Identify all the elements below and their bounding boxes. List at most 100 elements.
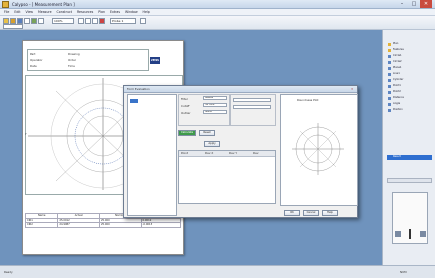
zeiss-logo: ZEISS — [150, 57, 160, 64]
tree-item[interactable]: Features — [393, 48, 404, 51]
plot-panel: Roundness Plot — [280, 94, 358, 206]
menu-edit[interactable]: Edit — [14, 9, 20, 16]
tree-item[interactable]: Distance — [393, 96, 404, 99]
probe-select[interactable]: Probe 1 — [110, 18, 136, 24]
header-label: Drawing — [68, 52, 80, 56]
window-title-bar: Calypso - [ Measurement Plan ] – □ ✕ — [0, 0, 435, 9]
menu-bar: File Edit View Measure Construct Resourc… — [0, 9, 435, 16]
close-button[interactable]: ✕ — [420, 0, 432, 8]
report-header: Part Operator Date Drawing Order Time — [27, 49, 149, 71]
tree-item-selected[interactable]: Result — [393, 155, 401, 158]
filter-field[interactable]: Gauss — [203, 96, 227, 100]
run-icon[interactable] — [31, 18, 37, 24]
cutoff-field[interactable]: 50 UPR — [203, 103, 227, 107]
status-bar: Ready NUM — [0, 265, 435, 278]
pane-tab-strip[interactable] — [387, 178, 432, 183]
feature-list[interactable] — [127, 94, 177, 216]
cancel-button[interactable]: Cancel — [303, 210, 319, 216]
menu-file[interactable]: File — [4, 9, 9, 16]
tree-item[interactable]: Plan — [393, 42, 398, 45]
table-cell: 24.9987 — [57, 222, 100, 228]
folder-icon — [388, 43, 391, 46]
table-cell: 25.000 — [98, 222, 142, 228]
option-field[interactable] — [233, 105, 271, 109]
dialog-title-bar: Form Evaluation ✕ — [124, 86, 357, 93]
circle-icon — [388, 61, 391, 64]
tree-item[interactable]: Angle — [393, 102, 400, 105]
probe-icon — [409, 229, 411, 239]
apply-button[interactable]: Apply — [204, 141, 220, 147]
filter-icon[interactable] — [140, 18, 146, 24]
table-cell: CIR2 — [24, 222, 59, 228]
menu-help[interactable]: Help — [143, 9, 150, 16]
tree-item[interactable]: Circle2 — [393, 60, 402, 63]
cylinder-icon — [388, 79, 391, 82]
column-header: Dev Y — [229, 151, 238, 155]
next-icon[interactable] — [420, 231, 426, 237]
point-icon — [388, 91, 391, 94]
tree-item[interactable]: Point2 — [393, 90, 401, 93]
angle-icon — [388, 103, 391, 106]
evaluation-dialog: Form Evaluation ✕ Filter Gauss Cutoff 50… — [123, 85, 358, 218]
header-label: Part — [30, 52, 36, 56]
settings-group: Filter Gauss Cutoff 50 UPR Outlier None — [178, 94, 230, 126]
plot-title: Roundness Plot — [297, 98, 319, 102]
copy-icon[interactable] — [85, 18, 91, 24]
options-group — [230, 94, 276, 126]
menu-construct[interactable]: Construct — [57, 9, 72, 16]
table-cell: -0.0013 — [140, 222, 182, 228]
points-table[interactable]: Point Dev X Dev Y Dev — [178, 150, 276, 204]
dialog-title: Form Evaluation — [127, 87, 150, 91]
folder-icon — [388, 49, 391, 52]
prev-icon[interactable] — [395, 231, 401, 237]
num-indicator: NUM — [400, 270, 407, 274]
menu-plan[interactable]: Plan — [98, 9, 105, 16]
tree-item[interactable]: Point1 — [393, 84, 401, 87]
print-icon[interactable] — [24, 18, 30, 24]
toolbar: 100% Probe 1 — [0, 16, 435, 30]
minimize-button[interactable]: – — [396, 0, 408, 8]
header-label: Time — [68, 64, 75, 68]
field-label: Filter — [181, 97, 188, 101]
ok-button[interactable]: OK — [284, 210, 300, 216]
menu-window[interactable]: Window — [125, 9, 138, 16]
axis-label: Y — [25, 132, 27, 136]
stop-icon[interactable] — [99, 18, 105, 24]
cut-icon[interactable] — [78, 18, 84, 24]
undo-icon[interactable] — [38, 18, 44, 24]
tree-item[interactable]: Circle1 — [393, 54, 402, 57]
table-header: Point Dev X Dev Y Dev — [179, 151, 275, 157]
menu-view[interactable]: View — [25, 9, 33, 16]
tree-item[interactable]: Cylinder — [393, 78, 403, 81]
selected-feature-icon[interactable] — [130, 99, 138, 103]
header-label: Date — [30, 64, 37, 68]
tree-item[interactable]: Plane1 — [393, 66, 401, 69]
menu-measure[interactable]: Measure — [38, 9, 52, 16]
dialog-close-icon[interactable]: ✕ — [351, 87, 353, 91]
tree-item[interactable]: Position — [393, 108, 403, 111]
point-icon — [388, 85, 391, 88]
menu-extras[interactable]: Extras — [110, 9, 120, 16]
option-field[interactable] — [233, 98, 271, 102]
app-icon — [2, 1, 9, 8]
tree-item[interactable]: Line1 — [393, 72, 400, 75]
distance-icon — [388, 97, 391, 100]
maximize-button[interactable]: □ — [408, 0, 420, 8]
menu-resources[interactable]: Resources — [77, 9, 93, 16]
reset-button[interactable]: Reset — [199, 130, 215, 136]
circle-icon — [388, 55, 391, 58]
outlier-field[interactable]: None — [203, 110, 227, 114]
header-label: Order — [68, 58, 76, 62]
roundness-plot — [292, 123, 344, 175]
column-header: Dev X — [205, 151, 214, 155]
preview-panel — [392, 192, 428, 244]
calculate-button[interactable]: Calculate — [178, 130, 196, 136]
column-header: Dev — [253, 151, 259, 155]
window-title: Calypso - [ Measurement Plan ] — [12, 2, 75, 7]
paste-icon[interactable] — [92, 18, 98, 24]
plane-icon — [388, 67, 391, 70]
layout-icon[interactable] — [3, 24, 23, 29]
help-button[interactable]: Help — [322, 210, 338, 216]
zoom-select[interactable]: 100% — [52, 18, 74, 24]
line-icon — [388, 73, 391, 76]
